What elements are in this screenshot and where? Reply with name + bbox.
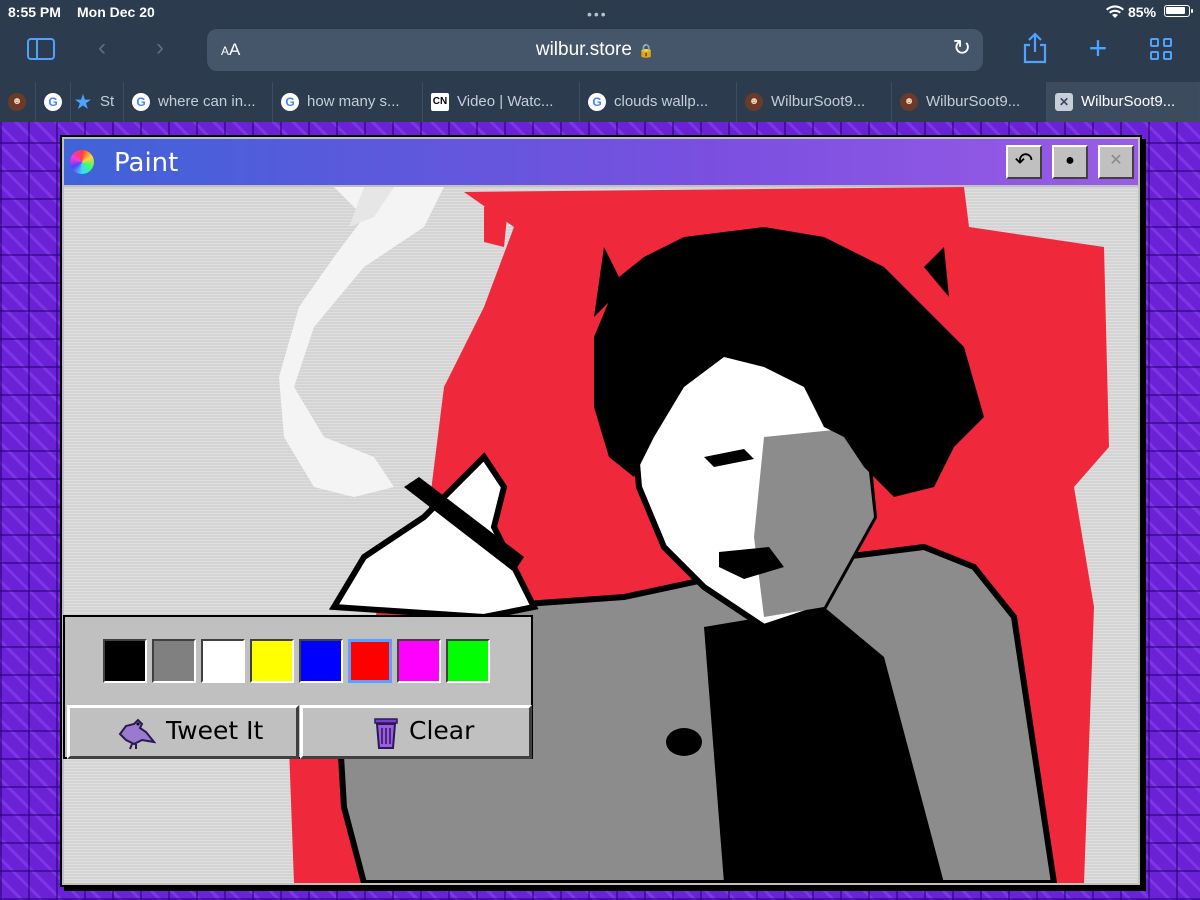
brush-size-button[interactable]: ● [1052,145,1088,179]
tab-9[interactable]: ☻ WilburSoot9... [892,82,1047,122]
cn-favicon: CN [431,93,449,111]
brush-size-icon: ● [1065,152,1075,169]
wifi-icon [1105,4,1125,23]
tab-bar: ☻ G ★ St Gwhere can in... Ghow many s... … [0,82,1200,122]
forward-icon[interactable]: › [148,34,172,62]
swatch-yellow[interactable] [250,639,294,683]
tab-label: how many s... [307,93,400,110]
google-favicon: G [44,93,62,111]
face-favicon: ☻ [745,93,763,111]
google-favicon: G [281,93,299,111]
battery-icon [1164,5,1193,17]
url-label: wilbur.store [535,39,632,60]
tab-label: Video | Watc... [457,93,554,110]
lock-icon: 🔒 [637,43,655,58]
back-icon[interactable]: ‹ [90,34,114,62]
swatch-black[interactable] [103,639,147,683]
google-favicon: G [588,93,606,111]
tab-label: St [100,93,115,110]
swatch-white[interactable] [201,639,245,683]
face-favicon: ☻ [8,93,26,111]
tab-label: WilburSoot9... [1081,93,1176,110]
multitasking-dots[interactable]: ••• [587,6,608,22]
paint-logo-icon [70,150,94,174]
title-bar[interactable]: Paint ↶ ● ✕ [64,139,1138,185]
status-bar: 8:55 PM Mon Dec 20 ••• 85% [0,0,1200,26]
tab-6[interactable]: CN Video | Watc... [423,82,580,122]
tab-5[interactable]: Ghow many s... [273,82,423,122]
browser-toolbar: ‹ › AAAA wilbur.store🔒 ↻ + [0,26,1200,82]
window-title: Paint [114,148,179,178]
color-swatches [103,635,497,687]
tab-7[interactable]: Gclouds wallp... [580,82,737,122]
swatch-green[interactable] [446,639,490,683]
battery-percent: 85% [1128,4,1157,20]
swatch-red-selected[interactable] [348,639,392,683]
clear-label: Clear [409,716,475,745]
google-favicon: G [132,93,150,111]
close-icon: ✕ [1109,152,1123,169]
undo-button[interactable]: ↶ [1006,145,1042,179]
swatch-magenta[interactable] [397,639,441,683]
drawing-canvas[interactable] [64,187,1138,883]
undo-icon: ↶ [1014,148,1034,173]
color-palette-panel: Tweet It Clear [63,615,533,759]
tab-3[interactable]: ★ St [66,82,124,122]
address-text: wilbur.store 🔒 [207,39,983,61]
x-favicon: ✕ [1055,93,1073,111]
tab-label: clouds wallp... [614,93,709,110]
tab-label: where can in... [158,93,256,110]
trash-icon [369,716,409,750]
swatch-gray[interactable] [152,639,196,683]
tab-label: WilburSoot9... [771,93,866,110]
new-tab-icon[interactable]: + [1084,30,1112,67]
sidebar-toggle-icon[interactable] [27,38,55,60]
tab-overview-icon[interactable] [1150,38,1173,61]
clear-button[interactable]: Clear [300,705,532,759]
bird-icon [116,716,157,750]
tweet-it-button[interactable]: Tweet It [67,705,299,759]
tab-8[interactable]: ☻ WilburSoot9... [737,82,892,122]
smoke-shape [279,187,444,497]
drawing-artwork [279,187,1109,883]
tab-1[interactable]: ☻ [0,82,36,122]
tab-4[interactable]: Gwhere can in... [124,82,273,122]
status-date: Mon Dec 20 [77,4,155,20]
tweet-it-label: Tweet It [166,716,264,745]
status-time: 8:55 PM [8,4,61,20]
reload-icon[interactable]: ↻ [953,35,971,61]
swatch-blue[interactable] [299,639,343,683]
paint-window: Paint ↶ ● ✕ [60,135,1142,887]
share-icon[interactable] [1020,32,1050,71]
close-button[interactable]: ✕ [1098,145,1134,179]
star-favicon: ★ [74,92,92,112]
address-bar[interactable]: AAAA wilbur.store🔒 ↻ [207,29,983,71]
tab-10-active[interactable]: ✕ WilburSoot9... [1047,82,1200,122]
tab-label: WilburSoot9... [926,93,1021,110]
face-favicon: ☻ [900,93,918,111]
